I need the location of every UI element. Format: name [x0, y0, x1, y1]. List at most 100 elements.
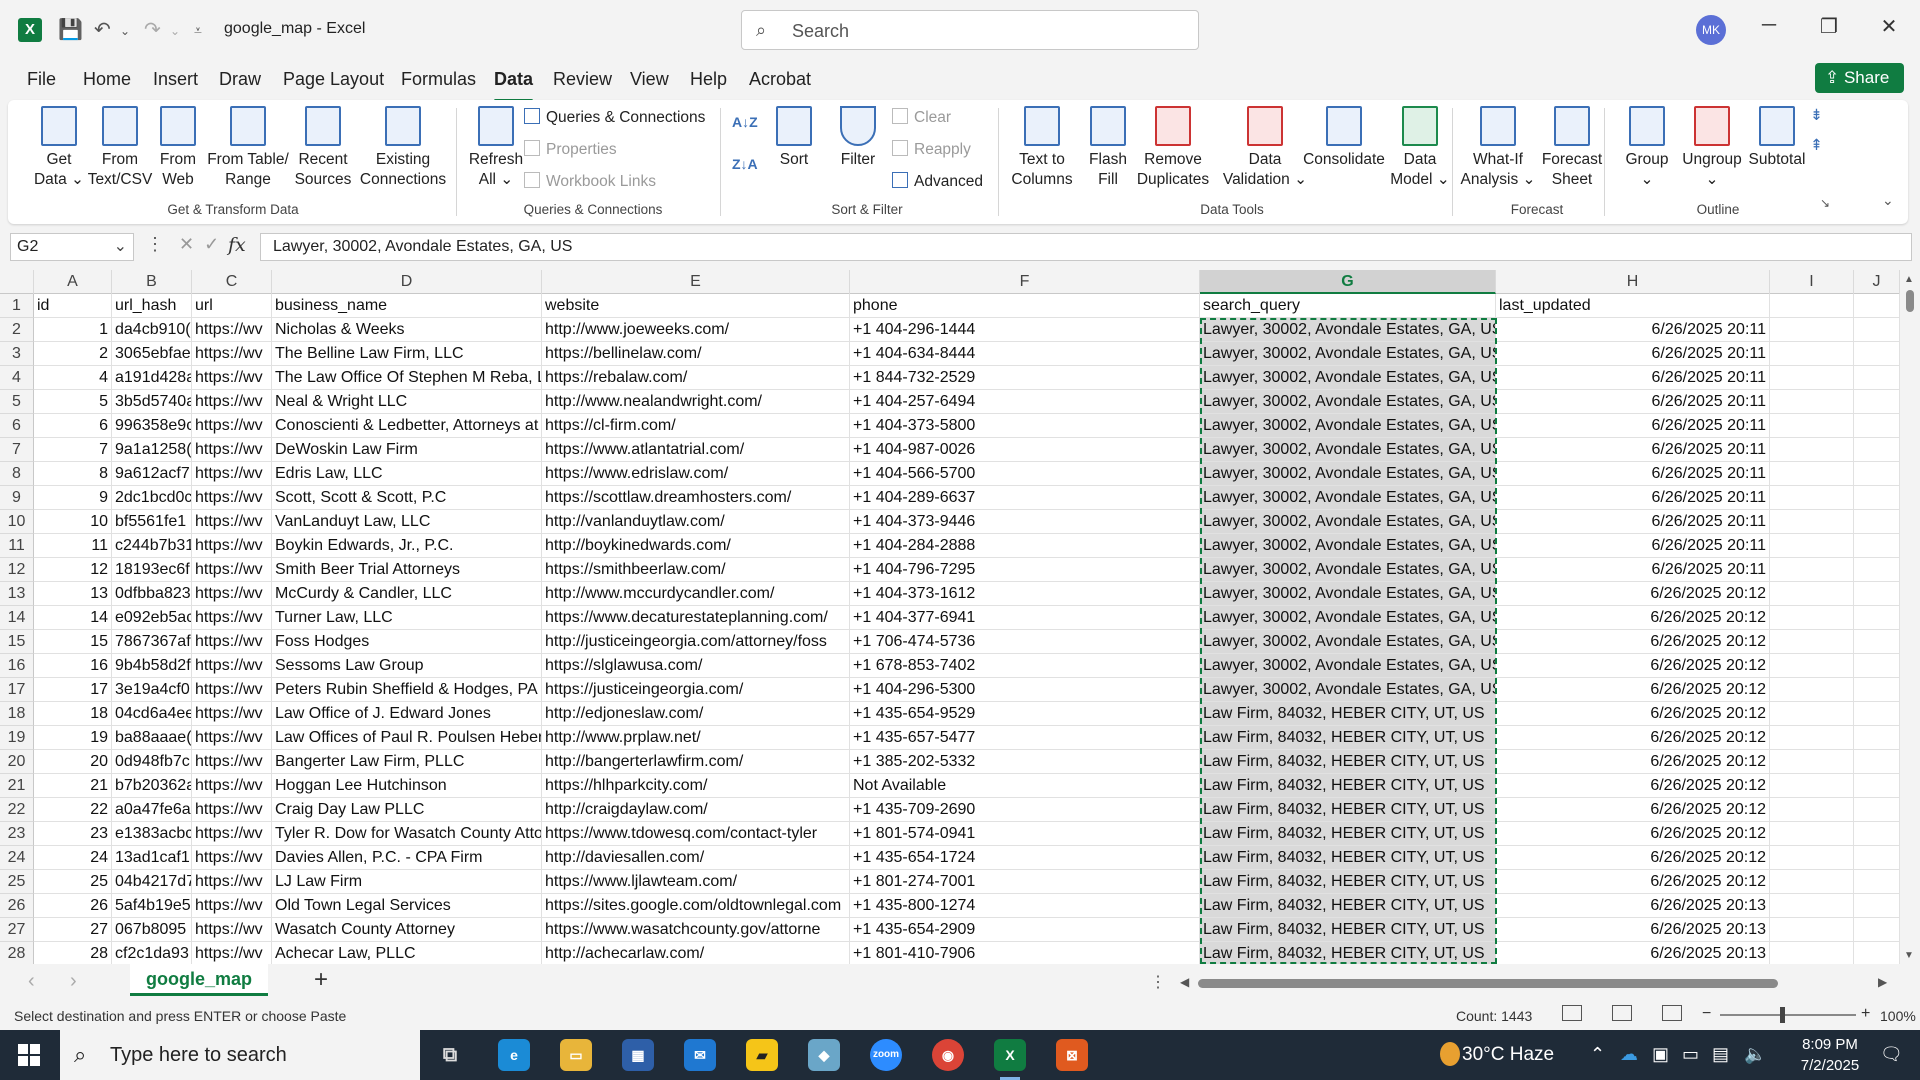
cell-phone[interactable]: +1 435-654-2909 — [850, 918, 1200, 942]
cell-url[interactable]: https://wv — [192, 942, 272, 964]
cell-url-hash[interactable]: 0dfbba823 — [112, 582, 192, 606]
weather-icon[interactable] — [1440, 1042, 1460, 1066]
cell-phone[interactable]: +1 404-373-1612 — [850, 582, 1200, 606]
cell-phone[interactable]: +1 404-987-0026 — [850, 438, 1200, 462]
cell-last-updated[interactable]: 6/26/2025 20:12 — [1496, 630, 1770, 654]
zoom-in-button[interactable]: + — [1861, 1005, 1870, 1023]
cell-search-query[interactable]: Lawyer, 30002, Avondale Estates, GA, US — [1200, 318, 1496, 342]
cell-url-hash[interactable]: 04cd6a4ee — [112, 702, 192, 726]
sheet-tab-google-map[interactable]: google_map — [130, 964, 268, 996]
cell-search-query[interactable]: Law Firm, 84032, HEBER CITY, UT, US — [1200, 870, 1496, 894]
empty-cell[interactable] — [1770, 678, 1854, 702]
cell-search-query[interactable]: Law Firm, 84032, HEBER CITY, UT, US — [1200, 774, 1496, 798]
zoom-level[interactable]: 100% — [1880, 1008, 1916, 1024]
cell-id[interactable]: 18 — [34, 702, 112, 726]
cell-url[interactable]: https://wv — [192, 630, 272, 654]
flash-fill-button[interactable]: Flash Fill — [1080, 106, 1136, 190]
cell-url-hash[interactable]: 9a1a1258( — [112, 438, 192, 462]
sort-button[interactable]: Sort — [768, 106, 820, 170]
empty-cell[interactable] — [1770, 606, 1854, 630]
cell-search-query[interactable]: Law Firm, 84032, HEBER CITY, UT, US — [1200, 750, 1496, 774]
cell-phone[interactable]: +1 404-284-2888 — [850, 534, 1200, 558]
cell-website[interactable]: https://slglawusa.com/ — [542, 654, 850, 678]
cell-url-hash[interactable]: 3e19a4cf0 — [112, 678, 192, 702]
data-model-button[interactable]: Data Model ⌄ — [1382, 106, 1458, 190]
cell-url-hash[interactable]: 04b4217d7 — [112, 870, 192, 894]
sort-z-to-a-button[interactable]: Z↓A — [732, 156, 758, 172]
cell-url-hash[interactable]: b7b20362a — [112, 774, 192, 798]
cell-id[interactable]: 15 — [34, 630, 112, 654]
empty-cell[interactable] — [1770, 438, 1854, 462]
cell-id[interactable]: 6 — [34, 414, 112, 438]
cell-business-name[interactable]: Turner Law, LLC — [272, 606, 542, 630]
name-box[interactable]: G2 ⌄ — [10, 233, 134, 261]
cell-website[interactable]: https://www.decaturestateplanning.com/ — [542, 606, 850, 630]
cell-website[interactable]: http://craigdaylaw.com/ — [542, 798, 850, 822]
tab-acrobat[interactable]: Acrobat — [749, 69, 811, 90]
cell-search-query[interactable]: Lawyer, 30002, Avondale Estates, GA, US — [1200, 534, 1496, 558]
tab-help[interactable]: Help — [690, 69, 727, 90]
empty-cell[interactable] — [1854, 318, 1900, 342]
cell-business-name[interactable]: Bangerter Law Firm, PLLC — [272, 750, 542, 774]
empty-cell[interactable] — [1770, 846, 1854, 870]
cell-phone[interactable]: +1 435-709-2690 — [850, 798, 1200, 822]
cell-search-query[interactable]: Lawyer, 30002, Avondale Estates, GA, US — [1200, 582, 1496, 606]
row-number[interactable]: 26 — [0, 894, 34, 918]
cell-business-name[interactable]: The Belline Law Firm, LLC — [272, 342, 542, 366]
cell-business-name[interactable]: McCurdy & Candler, LLC — [272, 582, 542, 606]
cell-last-updated[interactable]: 6/26/2025 20:11 — [1496, 318, 1770, 342]
sort-a-to-z-button[interactable]: A↓Z — [732, 114, 758, 130]
cell-id[interactable]: 5 — [34, 390, 112, 414]
empty-cell[interactable] — [1770, 630, 1854, 654]
cell-url[interactable]: https://wv — [192, 462, 272, 486]
normal-view-icon[interactable] — [1562, 1005, 1582, 1021]
zoom-slider-knob[interactable] — [1780, 1007, 1785, 1023]
cell-url-hash[interactable]: 3b5d5740a — [112, 390, 192, 414]
cell-website[interactable]: http://www.joeweeks.com/ — [542, 318, 850, 342]
add-sheet-button[interactable]: + — [314, 966, 328, 994]
cell-website[interactable]: https://smithbeerlaw.com/ — [542, 558, 850, 582]
row-number[interactable]: 25 — [0, 870, 34, 894]
tab-page-layout[interactable]: Page Layout — [283, 69, 384, 90]
row-number[interactable]: 27 — [0, 918, 34, 942]
cell-url[interactable]: https://wv — [192, 390, 272, 414]
empty-cell[interactable] — [1770, 918, 1854, 942]
empty-cell[interactable] — [1770, 366, 1854, 390]
empty-cell[interactable] — [1770, 342, 1854, 366]
windows-start-icon[interactable] — [18, 1044, 40, 1066]
customize-toolbar-icon[interactable]: ⩡ — [194, 22, 202, 39]
empty-cell[interactable] — [1770, 294, 1854, 318]
cell-website[interactable]: http://www.nealandwright.com/ — [542, 390, 850, 414]
cell-website[interactable]: https://bellinelaw.com/ — [542, 342, 850, 366]
cell-website[interactable]: http://www.prplaw.net/ — [542, 726, 850, 750]
cell-url[interactable]: https://wv — [192, 774, 272, 798]
empty-cell[interactable] — [1854, 846, 1900, 870]
cell-id[interactable]: 25 — [34, 870, 112, 894]
cell-url[interactable]: https://wv — [192, 558, 272, 582]
cell-url-hash[interactable]: a0a47fe6a — [112, 798, 192, 822]
cell-business-name[interactable]: Old Town Legal Services — [272, 894, 542, 918]
scroll-up-icon[interactable]: ▲ — [1904, 274, 1914, 285]
chevron-down-icon[interactable]: ⌄ — [114, 234, 127, 260]
cell-url-hash[interactable]: e1383acbc — [112, 822, 192, 846]
cell-id[interactable]: 24 — [34, 846, 112, 870]
zoom-slider[interactable] — [1720, 1007, 1856, 1023]
scrollbar-thumb[interactable] — [1198, 979, 1778, 988]
empty-cell[interactable] — [1854, 630, 1900, 654]
cell-id[interactable]: 8 — [34, 462, 112, 486]
zoom-out-button[interactable]: − — [1702, 1005, 1711, 1023]
empty-cell[interactable] — [1854, 606, 1900, 630]
cell-search-query[interactable]: Lawyer, 30002, Avondale Estates, GA, US — [1200, 486, 1496, 510]
cell-last-updated[interactable]: 6/26/2025 20:12 — [1496, 582, 1770, 606]
cell-id[interactable]: 28 — [34, 942, 112, 964]
cell-url[interactable]: https://wv — [192, 654, 272, 678]
cell-phone[interactable]: +1 435-654-1724 — [850, 846, 1200, 870]
cell-phone[interactable]: +1 435-657-5477 — [850, 726, 1200, 750]
empty-cell[interactable] — [1770, 798, 1854, 822]
cell-business-name[interactable]: DeWoskin Law Firm — [272, 438, 542, 462]
empty-cell[interactable] — [1854, 438, 1900, 462]
cell-last-updated[interactable]: 6/26/2025 20:11 — [1496, 438, 1770, 462]
tab-view[interactable]: View — [630, 69, 669, 90]
cell-website[interactable]: https://www.atlantatrial.com/ — [542, 438, 850, 462]
header-cell-url-hash[interactable]: url_hash — [112, 294, 192, 318]
